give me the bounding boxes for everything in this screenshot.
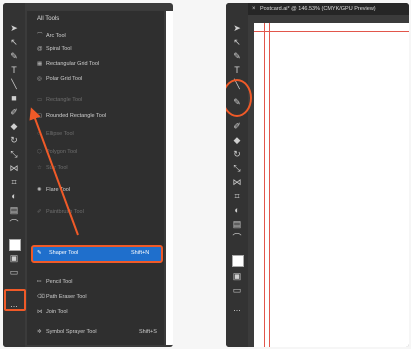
eyedropper-tool-icon[interactable]: ⌒: [232, 233, 242, 243]
rectangular-grid-tool-icon: ▦: [37, 61, 43, 67]
all-tools-drawer: All Tools ⌒ Arc Tool @ Spiral Tool ▦ Rectan…: [27, 11, 164, 345]
scale-tool-icon[interactable]: ⤡: [9, 149, 19, 159]
drawer-item-ellipse-tool[interactable]: ○ Ellipse Tool: [37, 131, 74, 137]
gradient-tool-icon[interactable]: ▤: [9, 205, 19, 215]
pen-tool-icon[interactable]: ✎: [9, 51, 19, 61]
drawer-item-symbol-sprayer-tool[interactable]: ✲ Symbol Sprayer Tool Shift+S: [37, 329, 157, 335]
drawer-item-shaper-tool[interactable]: ✎ Shaper Tool Shift+N: [31, 245, 163, 263]
bleed-guide-left: [264, 23, 265, 347]
selection-tool-icon[interactable]: ➤: [9, 23, 19, 33]
rotate-tool-icon[interactable]: ↻: [9, 135, 19, 145]
fill-swatch[interactable]: [9, 239, 21, 251]
gradient-tool-icon[interactable]: ▤: [232, 219, 242, 229]
drawer-item-arc-tool[interactable]: ⌒ Arc Tool: [37, 31, 66, 39]
document-tab-title: Postcard.ai* @ 146.53% (CMYK/GPU Preview…: [260, 6, 376, 12]
eraser-tool-icon[interactable]: ◆: [232, 135, 242, 145]
polygon-tool-icon: ⬡: [37, 149, 42, 155]
polar-grid-tool-icon: ◎: [37, 76, 42, 82]
drawer-item-star-tool[interactable]: ☆ Star Tool: [37, 165, 68, 171]
drawer-item-polar-grid-tool[interactable]: ◎ Polar Grid Tool: [37, 76, 82, 82]
right-screenshot-panel: ➤ ↖ ✎ T ╲ ✎ ✐ ◆ ↻ ⤡ ⋈ ⌗ ◐ ▤ ⌒ ▣ ▭ ... Po…: [226, 3, 409, 347]
width-tool-icon[interactable]: ⋈: [232, 177, 242, 187]
shaper-tool-label: Shaper Tool: [49, 250, 79, 256]
scale-tool-icon[interactable]: ⤡: [232, 163, 242, 173]
bleed-guide-top: [254, 31, 409, 32]
edit-toolbar-icon[interactable]: ...: [232, 303, 242, 313]
eraser-tool-icon[interactable]: ◆: [9, 121, 19, 131]
drawer-item-flare-tool[interactable]: ✺ Flare Tool: [37, 187, 70, 193]
drawer-item-paintbrush-tool[interactable]: ✐ Paintbrush Tool: [37, 209, 84, 215]
eyedropper-tool-icon[interactable]: ⌒: [9, 219, 19, 229]
ellipse-tool-icon: ○: [37, 131, 41, 137]
join-tool-icon: ⋈: [37, 309, 43, 315]
star-tool-icon: ☆: [37, 165, 42, 171]
fill-swatch[interactable]: [232, 255, 244, 267]
rectangle-tool-icon: ▭: [37, 97, 43, 103]
width-tool-icon[interactable]: ⋈: [9, 163, 19, 173]
margin-guide-left: [269, 23, 270, 347]
draw-mode-icon[interactable]: ▣: [232, 271, 242, 281]
type-tool-icon[interactable]: T: [232, 65, 242, 75]
pencil-tool-icon: ✏: [37, 279, 42, 285]
pen-tool-icon[interactable]: ✎: [232, 51, 242, 61]
artboard[interactable]: [254, 23, 409, 347]
type-tool-icon[interactable]: T: [9, 65, 19, 75]
spiral-tool-icon: @: [37, 46, 43, 52]
path-eraser-tool-icon: ⌫: [37, 294, 45, 300]
screen-mode-icon[interactable]: ▭: [9, 267, 19, 277]
drawer-item-join-tool[interactable]: ⋈ Join Tool: [37, 309, 68, 315]
paintbrush-tool-icon[interactable]: ✐: [9, 107, 19, 117]
symbol-sprayer-tool-icon: ✲: [37, 329, 42, 335]
line-tool-icon[interactable]: ╲: [9, 79, 19, 89]
edit-toolbar-highlight: [4, 289, 26, 311]
rotate-tool-icon[interactable]: ↻: [232, 149, 242, 159]
flare-tool-icon: ✺: [37, 187, 42, 193]
paintbrush-tool-icon: ✐: [37, 209, 42, 215]
drawer-item-spiral-tool[interactable]: @ Spiral Tool: [37, 46, 72, 52]
tools-panel: ➤ ↖ ✎ T ╲ ✎ ✐ ◆ ↻ ⤡ ⋈ ⌗ ◐ ▤ ⌒ ▣ ▭ ...: [226, 3, 248, 347]
shaper-tool-icon: ✎: [37, 250, 42, 256]
direct-selection-tool-icon[interactable]: ↖: [9, 37, 19, 47]
shape-builder-tool-icon[interactable]: ◐: [232, 205, 242, 215]
drawer-item-rounded-rectangle-tool[interactable]: ▢ Rounded Rectangle Tool: [37, 113, 106, 119]
drawer-item-rectangular-grid-tool[interactable]: ▦ Rectangular Grid Tool: [37, 61, 99, 67]
free-transform-tool-icon[interactable]: ⌗: [9, 177, 19, 187]
shaper-tool-highlight: [226, 79, 252, 117]
canvas-edge: [166, 11, 173, 345]
free-transform-tool-icon[interactable]: ⌗: [232, 191, 242, 201]
drawer-item-polygon-tool[interactable]: ⬡ Polygon Tool: [37, 149, 77, 155]
shape-builder-tool-icon[interactable]: ◐: [9, 191, 19, 201]
selection-tool-icon[interactable]: ➤: [232, 23, 242, 33]
draw-mode-icon[interactable]: ▣: [9, 253, 19, 263]
document-tab[interactable]: Postcard.ai* @ 146.53% (CMYK/GPU Preview…: [248, 3, 409, 15]
screen-mode-icon[interactable]: ▭: [232, 285, 242, 295]
left-screenshot-panel: ➤ ↖ ✎ T ╲ ■ ✐ ◆ ↻ ⤡ ⋈ ⌗ ◐ ▤ ⌒ ▣ ▭ ... Al…: [3, 3, 173, 347]
drawer-item-rectangle-tool[interactable]: ▭ Rectangle Tool: [37, 97, 82, 103]
arc-tool-icon: ⌒: [37, 33, 43, 39]
paintbrush-tool-icon[interactable]: ✐: [232, 121, 242, 131]
direct-selection-tool-icon[interactable]: ↖: [232, 37, 242, 47]
drawer-item-path-eraser-tool[interactable]: ⌫Path Eraser Tool: [37, 294, 87, 300]
rounded-rectangle-tool-icon: ▢: [37, 113, 43, 119]
drawer-item-pencil-tool[interactable]: ✏ Pencil Tool: [37, 279, 73, 285]
close-icon[interactable]: ×: [252, 3, 256, 15]
shaper-tool-shortcut: Shift+N: [131, 250, 150, 256]
drawer-title: All Tools: [37, 16, 60, 22]
shape-tool-icon[interactable]: ■: [9, 93, 19, 103]
